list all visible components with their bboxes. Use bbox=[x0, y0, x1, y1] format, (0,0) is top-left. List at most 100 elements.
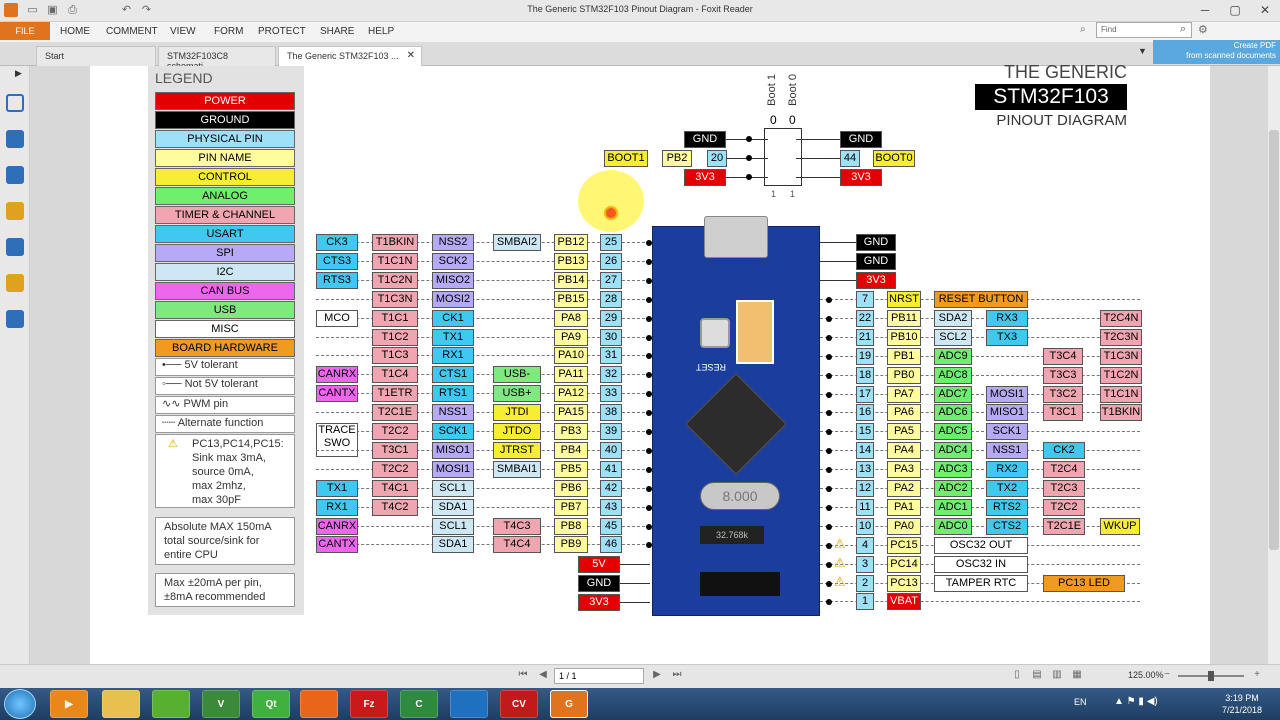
prev-page-icon[interactable]: ◀ bbox=[536, 668, 550, 682]
right-func-pa0-3: WKUP bbox=[1100, 518, 1140, 535]
right-func-pa3-1: RX2 bbox=[986, 461, 1028, 478]
next-page-icon[interactable]: ▶ bbox=[650, 668, 664, 682]
power-connector bbox=[820, 242, 856, 243]
tray-icons[interactable]: ▲ ⚑ ▮ ◀) bbox=[1114, 696, 1204, 712]
page-number-input[interactable]: 1 / 1 bbox=[554, 668, 644, 684]
app-globe-icon[interactable] bbox=[450, 690, 488, 718]
right-pin-dot bbox=[826, 543, 832, 549]
start-button[interactable] bbox=[4, 689, 36, 719]
zoom-level[interactable]: 125.00% bbox=[1128, 670, 1164, 680]
right-func-pa6-3: T3C1 bbox=[1043, 404, 1083, 421]
left-func-pb7-1: T4C2 bbox=[372, 499, 418, 516]
right-pin-dot bbox=[826, 429, 832, 435]
facing-icon[interactable]: ▥ bbox=[1050, 668, 1064, 682]
left-pin-dot bbox=[646, 448, 652, 454]
right-pin-number-14: 14 bbox=[856, 442, 874, 459]
left-pin-name-pa11: PA11 bbox=[554, 366, 588, 383]
left-func-pa8-2: CK1 bbox=[432, 310, 474, 327]
right-pin-dot bbox=[826, 505, 832, 511]
left-func-pb15-1: T1C3N bbox=[372, 291, 418, 308]
boot1-pin-number: 20 bbox=[707, 150, 727, 167]
left-func-pa12-0: CANTX bbox=[316, 385, 358, 402]
left-func-pb15-2: MOSI2 bbox=[432, 291, 474, 308]
left-pin-number-30: 30 bbox=[600, 329, 622, 346]
left-func-pb13-0: CTS3 bbox=[316, 253, 358, 270]
boot0-connector bbox=[796, 139, 840, 140]
left-pin-name-pb14: PB14 bbox=[554, 272, 588, 289]
boot-dot bbox=[746, 136, 752, 142]
power-connector bbox=[820, 261, 856, 262]
boot1-pin-name: PB2 bbox=[662, 150, 692, 167]
left-func-pb14-1: T1C2N bbox=[372, 272, 418, 289]
left-pin-number-46: 46 bbox=[600, 536, 622, 553]
continuous-icon[interactable]: ▤ bbox=[1030, 668, 1044, 682]
app-green-icon[interactable] bbox=[152, 690, 190, 718]
right-pin-dot bbox=[826, 467, 832, 473]
right-pin-dot bbox=[826, 581, 832, 587]
cvavr-icon[interactable]: CV bbox=[500, 690, 538, 718]
right-pin-dot bbox=[826, 297, 832, 303]
left-func-pb13-1: T1C1N bbox=[372, 253, 418, 270]
right-pin-number-7: 7 bbox=[856, 291, 874, 308]
left-pin-name-pb8: PB8 bbox=[554, 518, 588, 535]
right-pin-dot bbox=[826, 486, 832, 492]
left-pin-name-pb4: PB4 bbox=[554, 442, 588, 459]
left-pin-number-29: 29 bbox=[600, 310, 622, 327]
right-pin-number-2: 2 bbox=[856, 575, 874, 592]
left-func-pb5-2: MOSI1 bbox=[432, 461, 474, 478]
filezilla-icon[interactable]: Fz bbox=[350, 690, 388, 718]
right-func-pa6-1: MISO1 bbox=[986, 404, 1028, 421]
left-func-pb6-0: TX1 bbox=[316, 480, 358, 497]
cont-facing-icon[interactable]: ▦ bbox=[1070, 668, 1084, 682]
left-func-pa15-2: NSS1 bbox=[432, 404, 474, 421]
right-pin-name-pa2: PA2 bbox=[887, 480, 921, 497]
boot0-pin-number: 44 bbox=[840, 150, 860, 167]
clock-date: 7/21/2018 bbox=[1221, 705, 1263, 715]
left-pin-dot bbox=[646, 372, 652, 378]
clock[interactable]: 3:19 PM 7/21/2018 bbox=[1212, 692, 1272, 716]
codeblocks-icon[interactable]: C bbox=[400, 690, 438, 718]
right-func-pb11-0: SDA2 bbox=[934, 310, 972, 327]
right-pin-dot bbox=[826, 599, 832, 605]
left-func-pb6-2: SCL1 bbox=[432, 480, 474, 497]
power-connector bbox=[620, 564, 650, 565]
left-func-pb4-1: T3C1 bbox=[372, 442, 418, 459]
left-func-pa12-2: RTS1 bbox=[432, 385, 474, 402]
app-v-icon[interactable]: V bbox=[202, 690, 240, 718]
boot1-gnd: GND bbox=[684, 131, 726, 148]
left-pin-name-pa12: PA12 bbox=[554, 385, 588, 402]
language-indicator[interactable]: EN bbox=[1074, 697, 1087, 707]
file-explorer-icon[interactable] bbox=[102, 690, 140, 718]
right-pin-dot bbox=[826, 335, 832, 341]
right-power-1: GND bbox=[856, 253, 896, 270]
right-pin-name-pc15: PC15 bbox=[887, 537, 921, 554]
right-func-pa6-0: ADC6 bbox=[934, 404, 972, 421]
right-pin-dot bbox=[826, 448, 832, 454]
left-func-pb8-3: T4C3 bbox=[493, 518, 541, 535]
left-func-pa10-1: T1C3 bbox=[372, 347, 418, 364]
first-page-icon[interactable]: ⏮ bbox=[516, 668, 530, 682]
last-page-icon[interactable]: ⏭ bbox=[670, 668, 684, 682]
left-func-pb8-2: SCL1 bbox=[432, 518, 474, 535]
right-pin-number-10: 10 bbox=[856, 518, 874, 535]
power-connector bbox=[620, 583, 650, 584]
firefox-icon[interactable] bbox=[300, 690, 338, 718]
zoom-slider-thumb[interactable] bbox=[1208, 671, 1214, 681]
foxit-taskbar-icon[interactable]: G bbox=[550, 690, 588, 718]
left-func-pa9-2: TX1 bbox=[432, 329, 474, 346]
right-func-pb11-1: RX3 bbox=[986, 310, 1028, 327]
right-func-pb10-1: TX3 bbox=[986, 329, 1028, 346]
right-pin-number-4: 4 bbox=[856, 537, 874, 554]
zoom-out-icon[interactable]: − bbox=[1160, 668, 1174, 682]
left-func-pa12-1: T1ETR bbox=[372, 385, 418, 402]
single-page-icon[interactable]: ▯ bbox=[1010, 668, 1024, 682]
media-player-icon[interactable]: ▶ bbox=[50, 690, 88, 718]
left-func-pb5-3: SMBAI1 bbox=[493, 461, 541, 478]
right-func-pb11-4: T2C4N bbox=[1100, 310, 1142, 327]
right-func-pa4-1: NSS1 bbox=[986, 442, 1028, 459]
zoom-in-icon[interactable]: + bbox=[1250, 668, 1264, 682]
left-pin-name-pb15: PB15 bbox=[554, 291, 588, 308]
left-pin-dot bbox=[646, 505, 652, 511]
qt-icon[interactable]: Qt bbox=[252, 690, 290, 718]
right-pin-number-3: 3 bbox=[856, 556, 874, 573]
